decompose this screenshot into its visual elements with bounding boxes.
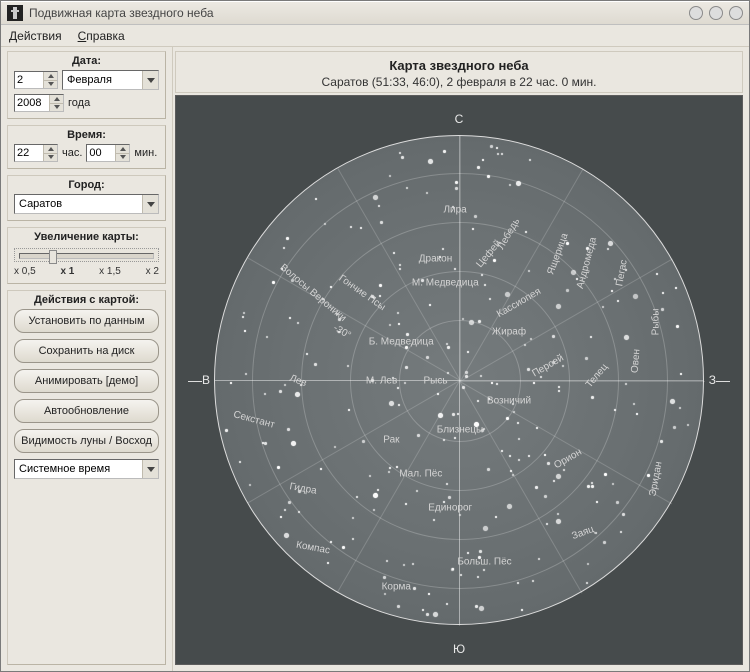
zoom-slider[interactable] [14,248,159,262]
city-select[interactable]: Саратов [14,194,159,214]
chart-title: Карта звездного неба [180,58,738,73]
btn-set-from-data[interactable]: Установить по данным [14,309,159,333]
systime-select[interactable]: Системное время [14,459,159,479]
year-up[interactable] [50,95,63,104]
year-spinner[interactable] [14,94,64,112]
window-title: Подвижная карта звездного неба [29,6,689,20]
min-up[interactable] [116,145,129,154]
chart-subtitle: Саратов (51:33, 46:0), 2 февраля в 22 ча… [180,75,738,89]
year-down[interactable] [50,104,63,112]
hour-suffix: час. [62,147,82,159]
panel-date-title: Дата: [14,55,159,67]
panel-city-title: Город: [14,179,159,191]
compass-south: Ю [453,642,465,656]
panel-zoom: Увеличение карты: x 0,5 x 1 x 1,5 x 2 [7,227,166,284]
min-down[interactable] [116,154,129,162]
constellation-label: Корма [382,581,411,592]
compass-north: С [455,112,464,126]
chevron-down-icon[interactable] [142,71,158,89]
day-spinner[interactable] [14,71,58,89]
systime-value: Системное время [15,460,142,478]
min-spinner[interactable] [86,144,130,162]
dash-east: — [188,372,202,388]
city-value: Саратов [15,195,142,213]
constellation-label: Компас [295,539,331,556]
sky-disc: ЛираДраконМ. МедведицаЛебедьЦефейАндроме… [214,135,704,625]
day-down[interactable] [44,81,57,89]
menubar: Действия Справка [1,25,749,47]
month-select[interactable]: Февраля [62,70,159,90]
menu-actions[interactable]: Действия [9,29,62,43]
day-up[interactable] [44,72,57,81]
app-icon [7,5,23,21]
main-area: Карта звездного неба Саратов (51:33, 46:… [173,47,749,671]
year-input[interactable] [15,95,49,111]
min-input[interactable] [87,145,115,161]
hour-input[interactable] [15,145,43,161]
hour-spinner[interactable] [14,144,58,162]
chevron-down-icon[interactable] [142,460,158,478]
btn-autoupdate[interactable]: Автообновление [14,399,159,423]
titlebar: Подвижная карта звездного неба [1,1,749,25]
min-suffix: мин. [134,147,157,159]
btn-moon-visibility[interactable]: Видимость луны / Восход [14,429,159,453]
year-suffix: года [68,97,90,109]
zoom-thumb[interactable] [49,250,57,264]
btn-save-to-disk[interactable]: Сохранить на диск [14,339,159,363]
day-input[interactable] [15,72,43,88]
panel-zoom-title: Увеличение карты: [14,231,159,243]
zoom-ticks: x 0,5 x 1 x 1,5 x 2 [14,266,159,277]
chart-header: Карта звездного неба Саратов (51:33, 46:… [175,51,743,93]
compass-west: З [709,373,716,387]
panel-date: Дата: Февраля года [7,51,166,119]
sidebar: Дата: Февраля года [1,47,173,671]
close-button[interactable] [729,6,743,20]
panel-time-title: Время: [14,129,159,141]
hour-up[interactable] [44,145,57,154]
menu-help[interactable]: Справка [78,29,125,43]
dash-west: — [716,372,730,388]
panel-time: Время: час. мин. [7,125,166,169]
btn-animate-demo[interactable]: Анимировать [демо] [14,369,159,393]
minimize-button[interactable] [689,6,703,20]
panel-actions: Действия с картой: Установить по данным … [7,290,166,665]
maximize-button[interactable] [709,6,723,20]
hour-down[interactable] [44,154,57,162]
sky-chart[interactable]: С Ю В З — — ЛираДраконМ. МедведицаЛебедь… [175,95,743,665]
compass-east: В [202,373,210,387]
chevron-down-icon[interactable] [142,195,158,213]
panel-actions-title: Действия с картой: [14,294,159,306]
month-value: Февраля [63,71,142,89]
panel-city: Город: Саратов [7,175,166,221]
